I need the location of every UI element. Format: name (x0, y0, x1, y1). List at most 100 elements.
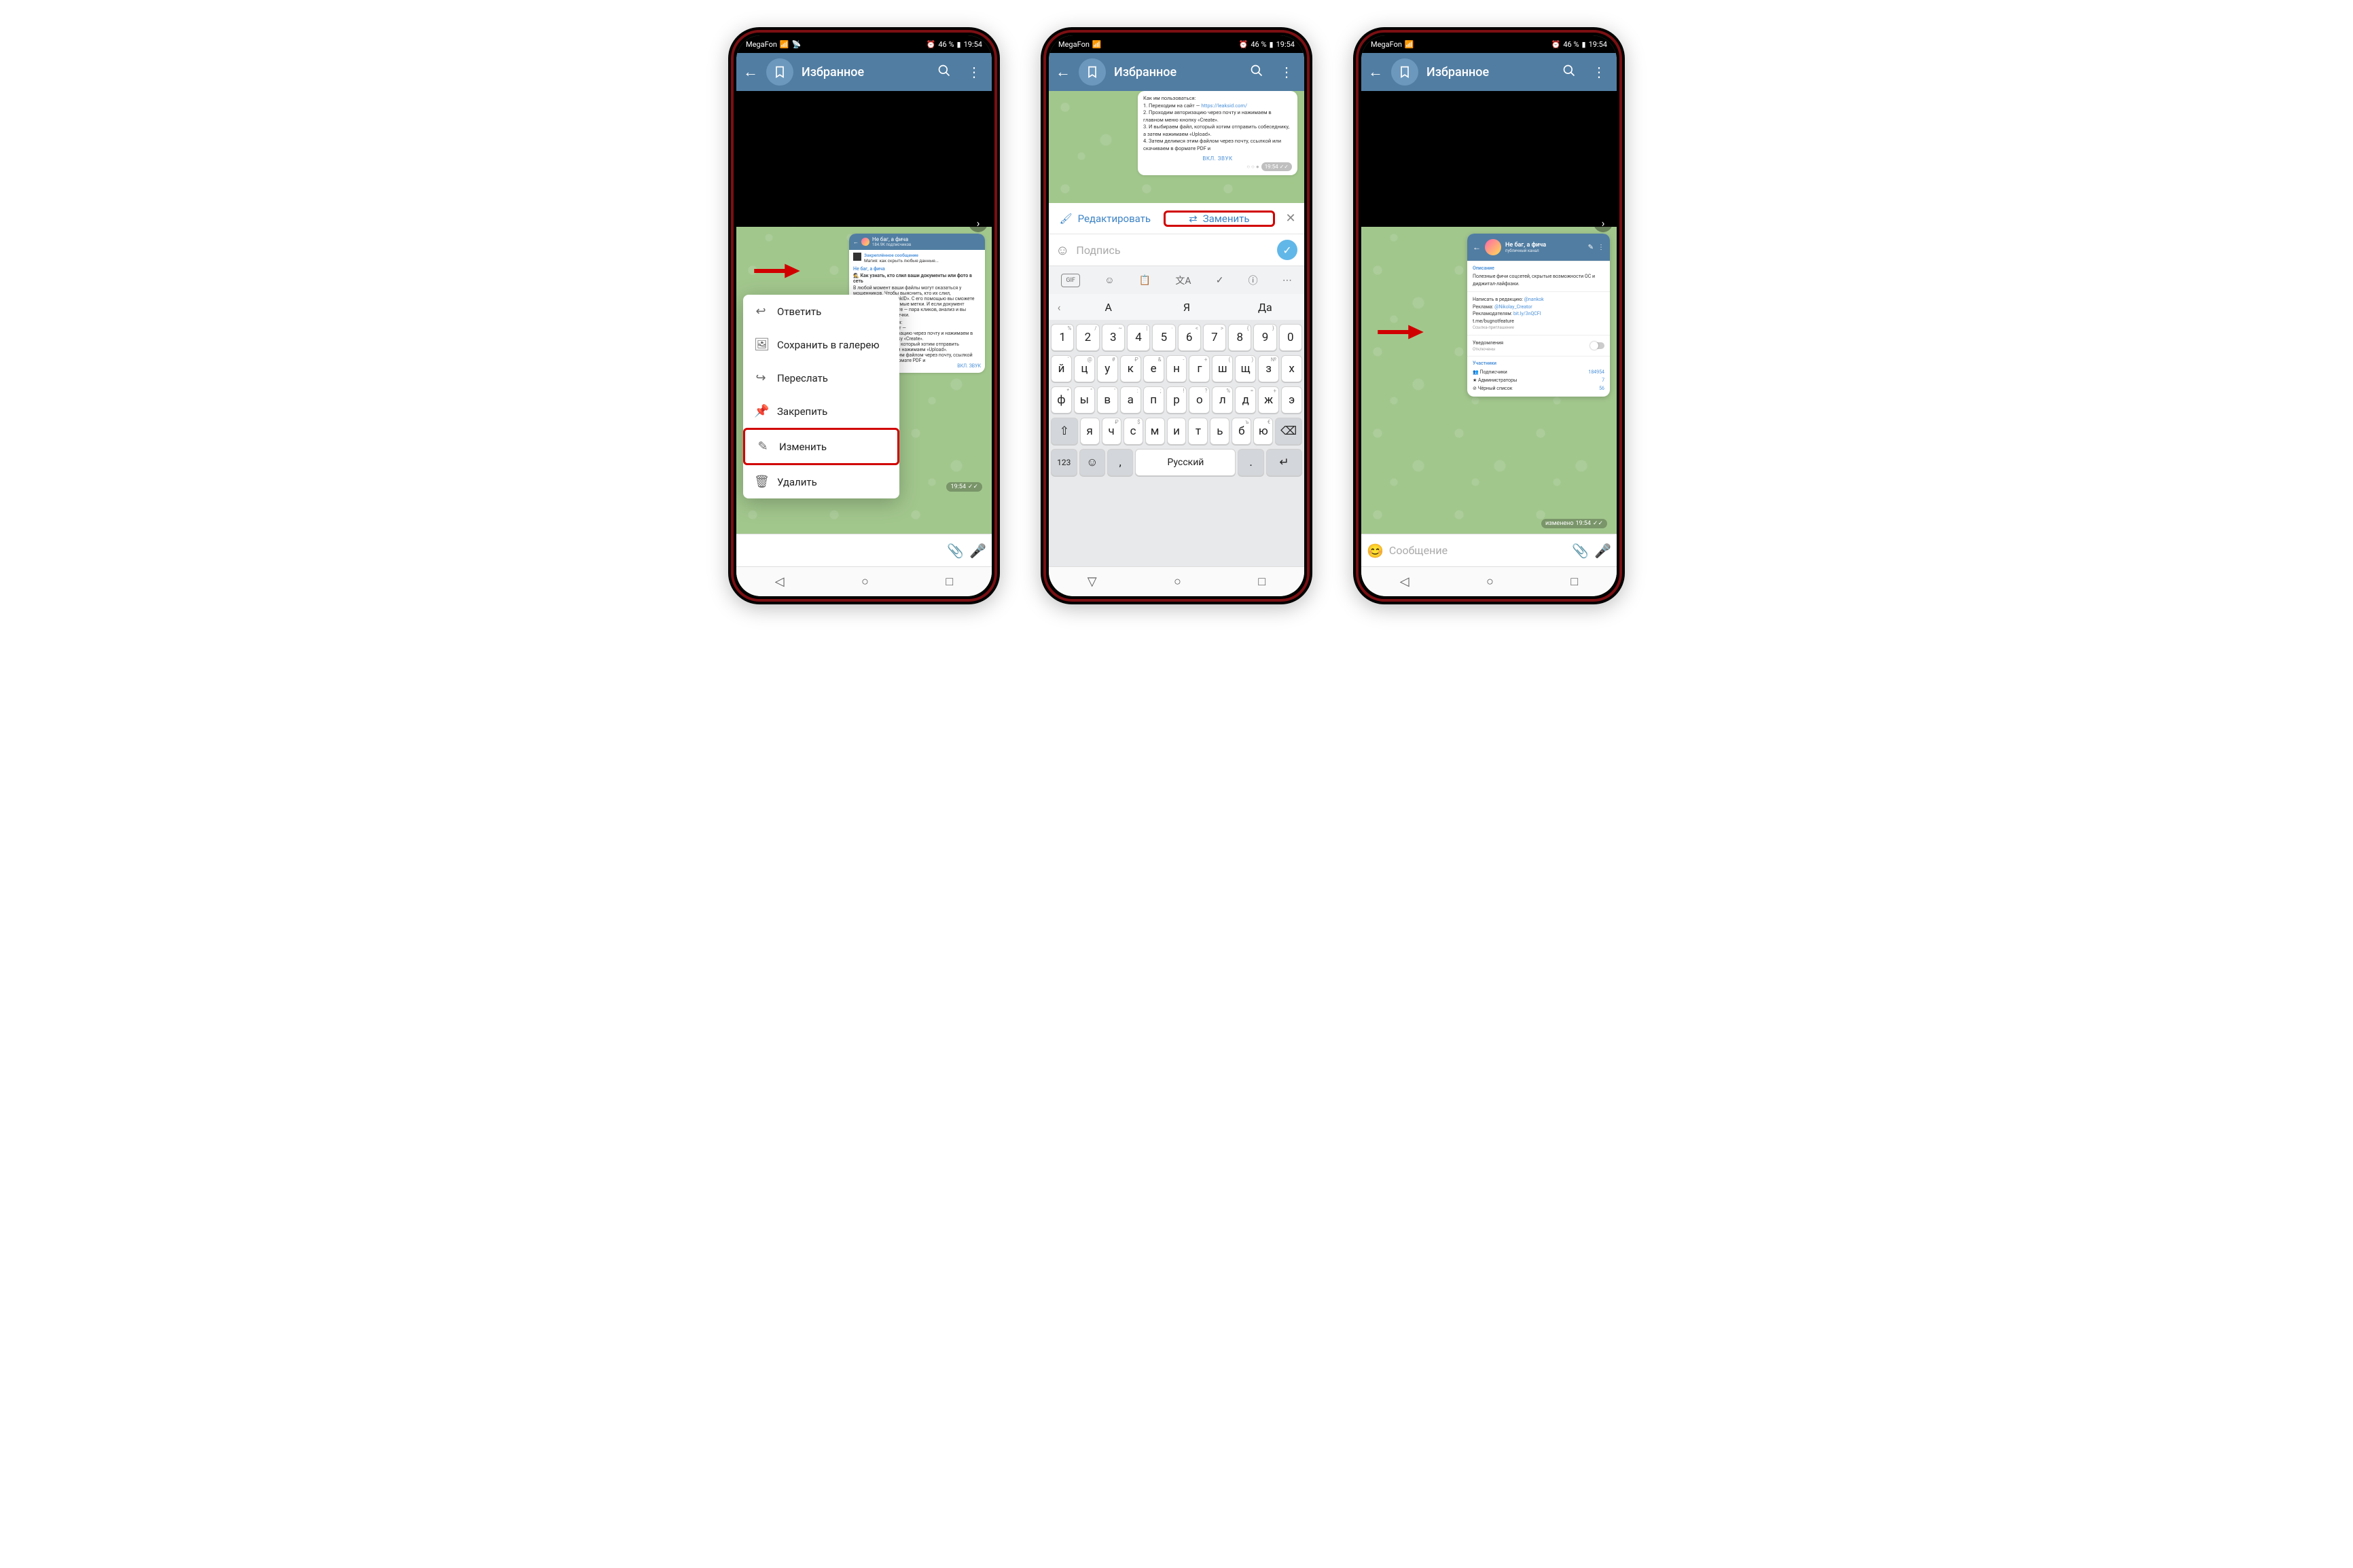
sound-toggle[interactable]: ВКЛ. ЗВУК (957, 363, 981, 369)
key-4[interactable]: 4| (1127, 324, 1150, 351)
message-input[interactable]: Сообщение (1389, 544, 1566, 557)
menu-icon[interactable]: ⋮ (1598, 244, 1604, 251)
key-п[interactable]: п; (1143, 386, 1164, 414)
back-icon[interactable]: ← (1368, 63, 1383, 81)
replace-button[interactable]: ⇄ Заменить (1164, 211, 1275, 227)
emoji-icon[interactable]: ☺ (1056, 242, 1069, 259)
key-б[interactable]: бъ (1232, 418, 1251, 445)
backspace-key[interactable]: ⌫ (1275, 418, 1302, 445)
key-н[interactable]: н- (1166, 355, 1187, 382)
nav-recent-icon[interactable]: □ (946, 575, 953, 589)
saved-avatar-icon[interactable] (766, 58, 793, 86)
search-icon[interactable] (933, 64, 955, 81)
key-е[interactable]: е& (1143, 355, 1164, 382)
nav-home-icon[interactable]: ○ (1486, 575, 1494, 589)
chat-body[interactable]: Как им пользоваться: 1. Переходим на сай… (1049, 91, 1304, 203)
key-х[interactable]: х (1281, 355, 1302, 382)
key-э[interactable]: э (1281, 386, 1302, 414)
admins-row[interactable]: ★ Администраторы7 (1473, 376, 1604, 384)
mic-icon[interactable]: 🎤 (969, 543, 986, 559)
ctx-delete[interactable]: 🗑 Удалить (743, 465, 899, 498)
ctx-save[interactable]: 🖼 Сохранить в галерею (743, 328, 899, 361)
key-з[interactable]: з№ (1258, 355, 1279, 382)
search-icon[interactable] (1246, 64, 1268, 81)
ctx-edit[interactable]: ✎ Изменить (743, 428, 899, 465)
shift-key[interactable]: ⇧ (1051, 418, 1078, 445)
media-preview[interactable] (1361, 91, 1617, 227)
ctx-forward[interactable]: ↪ Переслать (743, 361, 899, 395)
ctx-reply[interactable]: ↩ Ответить (743, 295, 899, 328)
key-7[interactable]: 7> (1203, 324, 1226, 351)
next-media-icon[interactable]: › (969, 213, 988, 232)
key-9[interactable]: 9} (1253, 324, 1276, 351)
nav-back-icon[interactable]: ▽ (1088, 575, 1097, 589)
blacklist-row[interactable]: ⊘ Чёрный список56 (1473, 384, 1604, 393)
key-я[interactable]: я (1080, 418, 1100, 445)
key-ь[interactable]: ь (1210, 418, 1229, 445)
edit-button[interactable]: 🖌 Редактировать (1049, 213, 1162, 225)
chat-body[interactable]: › ← Не баг, а фича публичный канал ✎ ⋮ О… (1361, 91, 1617, 534)
emoji-icon[interactable]: 😊 (1367, 543, 1384, 559)
nav-recent-icon[interactable]: □ (1570, 575, 1578, 589)
saved-avatar-icon[interactable] (1079, 58, 1106, 86)
key-3[interactable]: 3~ (1102, 324, 1125, 351)
chat-title[interactable]: Избранное (802, 65, 925, 79)
nav-recent-icon[interactable]: □ (1258, 575, 1265, 589)
comma-key[interactable]: , (1107, 449, 1133, 476)
numeric-key[interactable]: 123 (1051, 449, 1077, 476)
info-icon[interactable]: ⓘ (1249, 274, 1258, 287)
key-р[interactable]: р! (1166, 386, 1187, 414)
more-icon[interactable]: ⋯ (1282, 275, 1292, 286)
back-icon[interactable]: ← (743, 63, 758, 81)
key-у[interactable]: у# (1097, 355, 1118, 382)
mic-icon[interactable]: 🎤 (1594, 543, 1611, 559)
sound-toggle[interactable]: ВКЛ. ЗВУК (1143, 155, 1292, 162)
ctx-pin[interactable]: 📌 Закрепить (743, 395, 899, 428)
saved-avatar-icon[interactable] (1391, 58, 1418, 86)
nav-back-icon[interactable]: ◁ (1400, 575, 1409, 589)
attach-icon[interactable]: 📎 (947, 543, 964, 559)
writeto-link[interactable]: @nankok (1524, 297, 1544, 302)
suggestion-2[interactable]: Я (1147, 301, 1225, 314)
key-к[interactable]: к₽ (1120, 355, 1141, 382)
key-й[interactable]: й` (1051, 355, 1072, 382)
chat-body[interactable]: › ← Не баг, а фича 184.9K подписчиков (736, 91, 992, 534)
key-ц[interactable]: ц@ (1074, 355, 1095, 382)
key-т[interactable]: т (1188, 418, 1208, 445)
enter-key[interactable]: ↵ (1266, 449, 1302, 476)
key-в[interactable]: в' (1097, 386, 1118, 414)
suggestion-1[interactable]: А (1069, 301, 1147, 314)
key-ж[interactable]: ж+ (1258, 386, 1279, 414)
key-щ[interactable]: щ) (1235, 355, 1256, 382)
confirm-button[interactable]: ✓ (1277, 240, 1297, 260)
back-icon[interactable]: ← (1056, 63, 1071, 81)
ads-link[interactable]: @Nikolay_Creator (1494, 304, 1532, 310)
notification-toggle[interactable] (1591, 342, 1604, 349)
channel-profile[interactable]: ← Не баг, а фича публичный канал ✎ ⋮ Опи… (1467, 234, 1610, 397)
key-с[interactable]: с$ (1124, 418, 1143, 445)
close-icon[interactable]: ✕ (1277, 211, 1304, 225)
key-ы[interactable]: ы" (1074, 386, 1095, 414)
key-2[interactable]: 2/ (1076, 324, 1099, 351)
key-ш[interactable]: ш( (1212, 355, 1233, 382)
menu-icon[interactable]: ⋮ (1276, 64, 1297, 80)
key-5[interactable]: 5· (1152, 324, 1175, 351)
media-preview[interactable] (736, 91, 992, 227)
next-media-icon[interactable]: › (1594, 213, 1613, 232)
menu-icon[interactable]: ⋮ (963, 64, 985, 80)
emoji-key[interactable]: ☺ (1079, 449, 1105, 476)
key-ч[interactable]: ч₽ (1102, 418, 1121, 445)
key-г[interactable]: г+ (1189, 355, 1210, 382)
nav-home-icon[interactable]: ○ (1174, 575, 1181, 589)
nav-home-icon[interactable]: ○ (861, 575, 869, 589)
check-icon[interactable]: ✓ (1216, 275, 1224, 286)
chevron-left-icon[interactable]: ‹ (1049, 301, 1069, 314)
nav-back-icon[interactable]: ◁ (775, 575, 785, 589)
advertisers-link[interactable]: bit.ly/3nQCFI (1513, 311, 1541, 316)
period-key[interactable]: . (1238, 449, 1263, 476)
search-icon[interactable] (1558, 64, 1580, 81)
clipboard-icon[interactable]: 📋 (1139, 275, 1151, 286)
key-а[interactable]: а: (1120, 386, 1141, 414)
key-0[interactable]: 0 (1279, 324, 1302, 351)
key-л[interactable]: л% (1212, 386, 1233, 414)
